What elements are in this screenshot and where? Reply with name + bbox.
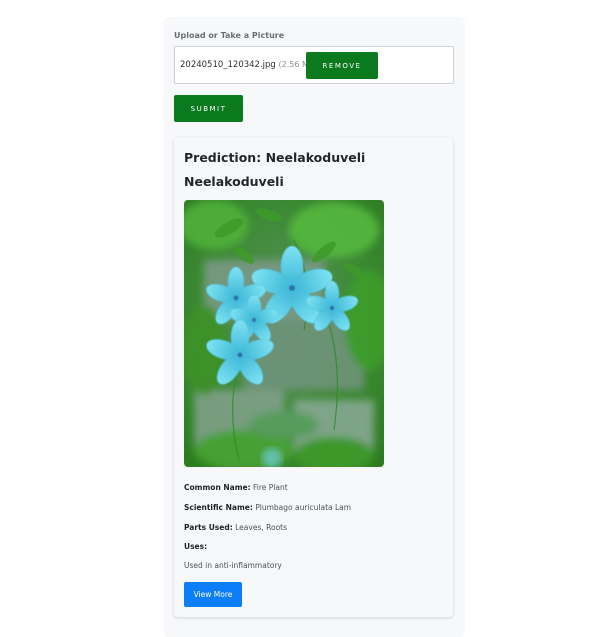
plant-photo (184, 200, 384, 467)
file-name: 20240510_120342.jpg (180, 60, 276, 70)
prediction-card: Prediction: Neelakoduveli Neelakoduveli (174, 137, 453, 617)
upload-label: Upload or Take a Picture (174, 31, 285, 40)
submit-button[interactable]: SUBMIT (174, 95, 243, 122)
prediction-label: Prediction: (184, 150, 262, 165)
parts-used-label: Parts Used: (184, 523, 233, 532)
selected-file: 20240510_120342.jpg (2.56 MB) (180, 60, 318, 70)
flower-image (184, 200, 384, 467)
scientific-name-value: Plumbago auriculata Lam (255, 503, 352, 512)
remove-button[interactable]: REMOVE (306, 52, 378, 79)
prediction-value: Neelakoduveli (265, 150, 366, 165)
common-name-row: Common Name: Fire Plant (184, 483, 288, 492)
uses-text: Used in anti-inflammatory (184, 561, 282, 570)
view-more-button[interactable]: View More (184, 582, 242, 607)
parts-used-row: Parts Used: Leaves, Roots (184, 523, 287, 532)
uses-row: Uses: (184, 542, 207, 551)
parts-used-value: Leaves, Roots (235, 523, 288, 532)
common-name-label: Common Name: (184, 483, 251, 492)
scientific-name-row: Scientific Name: Plumbago auriculata Lam (184, 503, 351, 512)
file-upload-field[interactable]: 20240510_120342.jpg (2.56 MB) REMOVE (174, 46, 454, 84)
uses-label: Uses: (184, 542, 208, 551)
common-name-value: Fire Plant (253, 483, 288, 492)
plant-name: Neelakoduveli (184, 174, 284, 189)
upload-panel: Upload or Take a Picture 20240510_120342… (163, 17, 465, 637)
scientific-name-label: Scientific Name: (184, 503, 253, 512)
prediction-heading: Prediction: Neelakoduveli (184, 150, 365, 165)
